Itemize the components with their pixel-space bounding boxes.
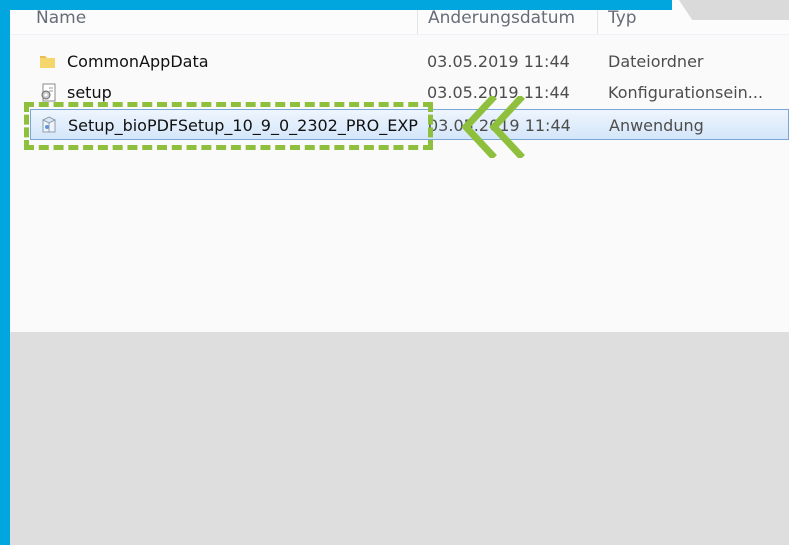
file-list-pane: Name Änderungsdatum Typ CommonAppData 03… — [10, 0, 789, 332]
file-date: 03.05.2019 11:44 — [427, 52, 570, 71]
file-type: Konfigurationsein... — [608, 83, 764, 102]
setup-package-icon — [41, 116, 57, 133]
top-right-corner-shape — [679, 0, 789, 20]
top-blue-strip — [0, 0, 672, 10]
file-type: Anwendung — [609, 116, 704, 135]
file-row-commonappdata[interactable]: CommonAppData 03.05.2019 11:44 Dateiordn… — [30, 46, 789, 77]
file-type: Dateiordner — [608, 52, 704, 71]
double-chevron-left-icon — [461, 96, 525, 158]
settings-file-icon — [41, 83, 56, 102]
file-name: setup — [67, 83, 112, 102]
explorer-window: Name Änderungsdatum Typ CommonAppData 03… — [10, 0, 789, 545]
file-name: CommonAppData — [67, 52, 209, 71]
file-row-setup[interactable]: setup 03.05.2019 11:44 Konfigurationsein… — [30, 77, 789, 108]
file-name: Setup_bioPDFSetup_10_9_0_2302_PRO_EXP — [68, 116, 418, 135]
folder-icon — [40, 56, 55, 68]
file-row-biopdf-setup[interactable]: Setup_bioPDFSetup_10_9_0_2302_PRO_EXP 03… — [30, 109, 789, 140]
